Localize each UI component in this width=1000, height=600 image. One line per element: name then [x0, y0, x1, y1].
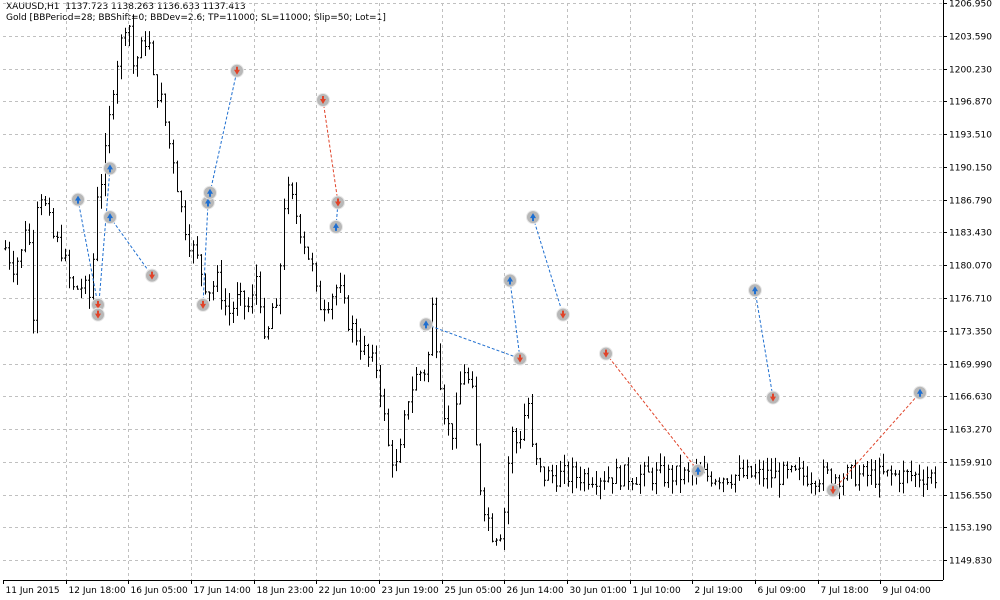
trade-lines: [77, 70, 921, 491]
y-tick-label: 1196.870: [949, 98, 992, 108]
x-tick-label: 16 Jun 05:00: [131, 586, 188, 596]
sell-marker: [316, 93, 330, 108]
x-tick-label: 17 Jun 14:00: [194, 586, 251, 596]
trade-line: [322, 99, 339, 203]
y-tick-label: 1163.270: [949, 426, 992, 436]
x-tick-label: 25 Jun 05:00: [445, 586, 502, 596]
grid-lines: [3, 3, 943, 580]
buy-marker: [526, 210, 540, 225]
ohlc-bars: [4, 14, 937, 550]
y-tick-label: 1149.830: [949, 557, 992, 567]
buy-marker: [329, 219, 343, 234]
buy-marker: [419, 317, 433, 332]
buy-marker: [103, 210, 117, 225]
x-tick-label: 23 Jun 19:00: [382, 586, 439, 596]
x-tick-label: 22 Jun 10:00: [319, 586, 376, 596]
y-tick-label: 1200.230: [949, 66, 992, 76]
sell-marker: [230, 63, 244, 78]
sell-marker: [145, 268, 159, 283]
x-tick-label: 26 Jun 14:00: [507, 586, 564, 596]
trade-line: [209, 70, 238, 193]
trade-line: [509, 280, 521, 359]
x-tick-label: 9 Jul 04:00: [883, 586, 932, 596]
x-tick-label: 18 Jun 23:00: [257, 586, 314, 596]
price-chart[interactable]: 1206.950 1203.590 1200.230 1196.870 1193.510…: [0, 0, 1000, 600]
x-tick-label: 6 Jul 09:00: [758, 586, 807, 596]
y-tick-label: 1203.590: [949, 33, 992, 43]
y-tick-label: 1159.910: [949, 459, 992, 469]
buy-marker: [503, 273, 517, 288]
sell-marker: [556, 307, 570, 322]
y-tick-label: 1180.070: [949, 262, 992, 272]
buy-marker: [71, 192, 85, 207]
buy-marker: [691, 463, 705, 478]
buy-marker: [203, 185, 217, 200]
x-tick-label: 1 Jul 10:00: [633, 586, 682, 596]
trade-line: [97, 168, 111, 315]
y-tick-label: 1183.430: [949, 229, 992, 239]
y-tick-label: 1166.630: [949, 393, 992, 403]
y-tick-label: 1176.710: [949, 295, 992, 305]
y-tick-label: 1173.350: [949, 328, 992, 338]
y-tick-label: 1156.550: [949, 492, 992, 502]
trade-line: [109, 216, 153, 276]
y-tick-label: 1190.150: [949, 164, 992, 174]
x-tick-label: 12 Jun 18:00: [69, 586, 126, 596]
y-tick-label: 1169.990: [949, 361, 992, 371]
buy-marker: [748, 283, 762, 298]
sell-marker: [196, 297, 210, 312]
sell-marker: [513, 351, 527, 366]
sell-marker: [826, 483, 840, 498]
chart-area[interactable]: XAUUSD,H1 1137.723 1138.263 1136.633 113…: [0, 0, 1000, 600]
x-tick-label: 7 Jul 18:00: [821, 586, 870, 596]
buy-marker: [913, 385, 927, 400]
y-tick-label: 1206.950: [949, 0, 992, 10]
x-tick-label: 2 Jul 19:00: [695, 586, 744, 596]
buy-marker: [103, 161, 117, 176]
x-tick-label: 11 Jun 2015: [6, 586, 60, 596]
trade-line: [754, 290, 774, 398]
sell-marker: [766, 390, 780, 405]
trade-markers: [71, 63, 927, 498]
y-tick-label: 1186.790: [949, 197, 992, 207]
x-tick-label: 30 Jun 01:00: [570, 586, 627, 596]
y-tick-label: 1153.190: [949, 524, 992, 534]
sell-marker: [91, 307, 105, 322]
sell-marker: [599, 346, 613, 361]
trade-line: [832, 392, 921, 491]
sell-marker: [331, 195, 345, 210]
y-tick-label: 1193.510: [949, 131, 992, 141]
trade-line: [605, 353, 699, 472]
